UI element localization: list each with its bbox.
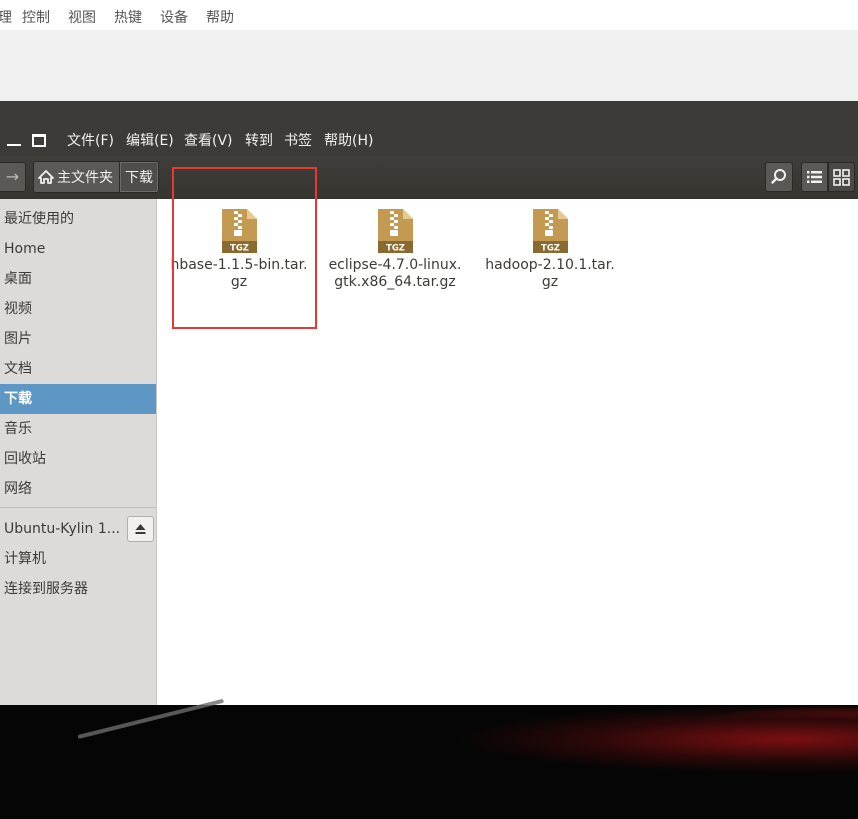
maximize-button[interactable] xyxy=(32,134,46,147)
forward-button[interactable]: → xyxy=(0,162,26,192)
menu-bookmarks[interactable]: 书签 xyxy=(284,133,312,150)
desktop-wallpaper xyxy=(0,698,858,819)
file-name-line: eclipse-4.7.0-linux. xyxy=(328,257,462,273)
file-item-hadoop[interactable]: TGZ hadoop-2.10.1.tar. gz xyxy=(475,207,625,291)
home-icon xyxy=(38,170,54,184)
sidebar-item-desktop[interactable]: 桌面 xyxy=(0,264,156,294)
ubuntu-top-panel xyxy=(0,101,858,126)
host-menu-control[interactable]: 控制 xyxy=(22,9,50,27)
host-menu-manage[interactable]: 理 xyxy=(0,9,12,27)
sidebar-item-downloads[interactable]: 下载 xyxy=(0,384,156,414)
sidebar-item-pictures[interactable]: 图片 xyxy=(0,324,156,354)
host-menubar: 理 控制 视图 热键 设备 帮助 xyxy=(0,0,858,30)
menu-help[interactable]: 帮助(H) xyxy=(324,133,373,150)
sidebar-item-computer[interactable]: 计算机 xyxy=(0,544,156,574)
file-name: hadoop-2.10.1.tar. gz xyxy=(475,257,625,291)
sidebar-item-videos[interactable]: 视频 xyxy=(0,294,156,324)
breadcrumb-downloads-label: 下载 xyxy=(125,170,153,186)
file-name: eclipse-4.7.0-linux. gtk.x86_64.tar.gz xyxy=(320,257,470,291)
file-view: TGZ hbase-1.1.5-bin.tar. gz TGZ eclipse-… xyxy=(157,167,858,705)
tgz-badge: TGZ xyxy=(230,244,249,254)
host-menu-view[interactable]: 视图 xyxy=(68,9,96,27)
breadcrumb: 主文件夹 下载 xyxy=(33,161,159,193)
tgz-badge: TGZ xyxy=(541,244,560,254)
menu-view[interactable]: 查看(V) xyxy=(184,133,233,150)
navigation-toolbar: → 主文件夹 下载 xyxy=(0,156,858,199)
list-view-icon xyxy=(807,171,822,183)
sidebar-item-connect-server[interactable]: 连接到服务器 xyxy=(0,574,156,604)
sidebar: 最近使用的 Home 桌面 视频 图片 文档 下载 音乐 回收站 网络 Ubun… xyxy=(0,199,157,705)
archive-icon: TGZ xyxy=(533,209,568,254)
menu-edit[interactable]: 编辑(E) xyxy=(126,133,174,150)
host-menu-hotkeys[interactable]: 热键 xyxy=(114,9,142,27)
file-name: hbase-1.1.5-bin.tar. gz xyxy=(164,257,314,291)
sidebar-item-recent[interactable]: 最近使用的 xyxy=(0,204,156,234)
file-name-line: gz xyxy=(541,274,559,290)
breadcrumb-downloads[interactable]: 下载 xyxy=(120,162,158,192)
menu-go[interactable]: 转到 xyxy=(245,133,273,150)
archive-icon: TGZ xyxy=(222,209,257,254)
forward-arrow-icon: → xyxy=(5,167,20,186)
search-icon xyxy=(771,169,786,184)
sidebar-item-music[interactable]: 音乐 xyxy=(0,414,156,444)
grid-view-icon xyxy=(833,169,850,186)
minimize-button[interactable] xyxy=(7,134,21,147)
window-menubar: 文件(F) 编辑(E) 查看(V) 转到 书签 帮助(H) xyxy=(0,126,858,156)
file-name-line: gtk.x86_64.tar.gz xyxy=(334,274,456,290)
host-menu-help[interactable]: 帮助 xyxy=(206,9,234,27)
host-toolbar-area xyxy=(0,30,858,101)
file-name-line: hadoop-2.10.1.tar. xyxy=(485,257,615,273)
sidebar-item-network[interactable]: 网络 xyxy=(0,474,156,504)
breadcrumb-home-label: 主文件夹 xyxy=(57,170,113,186)
sidebar-item-documents[interactable]: 文档 xyxy=(0,354,156,384)
wallpaper-streak xyxy=(77,698,225,739)
eject-icon xyxy=(135,524,146,534)
file-item-eclipse[interactable]: TGZ eclipse-4.7.0-linux. gtk.x86_64.tar.… xyxy=(320,207,470,291)
archive-icon: TGZ xyxy=(378,209,413,254)
file-name-line: hbase-1.1.5-bin.tar. xyxy=(170,257,308,273)
search-button[interactable] xyxy=(765,162,793,192)
host-menu-devices[interactable]: 设备 xyxy=(160,9,188,27)
breadcrumb-home[interactable]: 主文件夹 xyxy=(34,162,120,192)
file-item-hbase[interactable]: TGZ hbase-1.1.5-bin.tar. gz xyxy=(164,207,314,291)
file-name-line: gz xyxy=(230,274,248,290)
tgz-badge: TGZ xyxy=(386,244,405,254)
list-view-button[interactable] xyxy=(801,162,828,192)
sidebar-divider xyxy=(0,507,156,508)
menu-file[interactable]: 文件(F) xyxy=(67,133,114,150)
sidebar-item-ubuntu-kylin[interactable]: Ubuntu-Kylin 1... xyxy=(0,514,124,544)
grid-view-button[interactable] xyxy=(828,162,855,192)
eject-button[interactable] xyxy=(127,516,154,542)
sidebar-item-trash[interactable]: 回收站 xyxy=(0,444,156,474)
sidebar-item-home[interactable]: Home xyxy=(0,234,156,264)
